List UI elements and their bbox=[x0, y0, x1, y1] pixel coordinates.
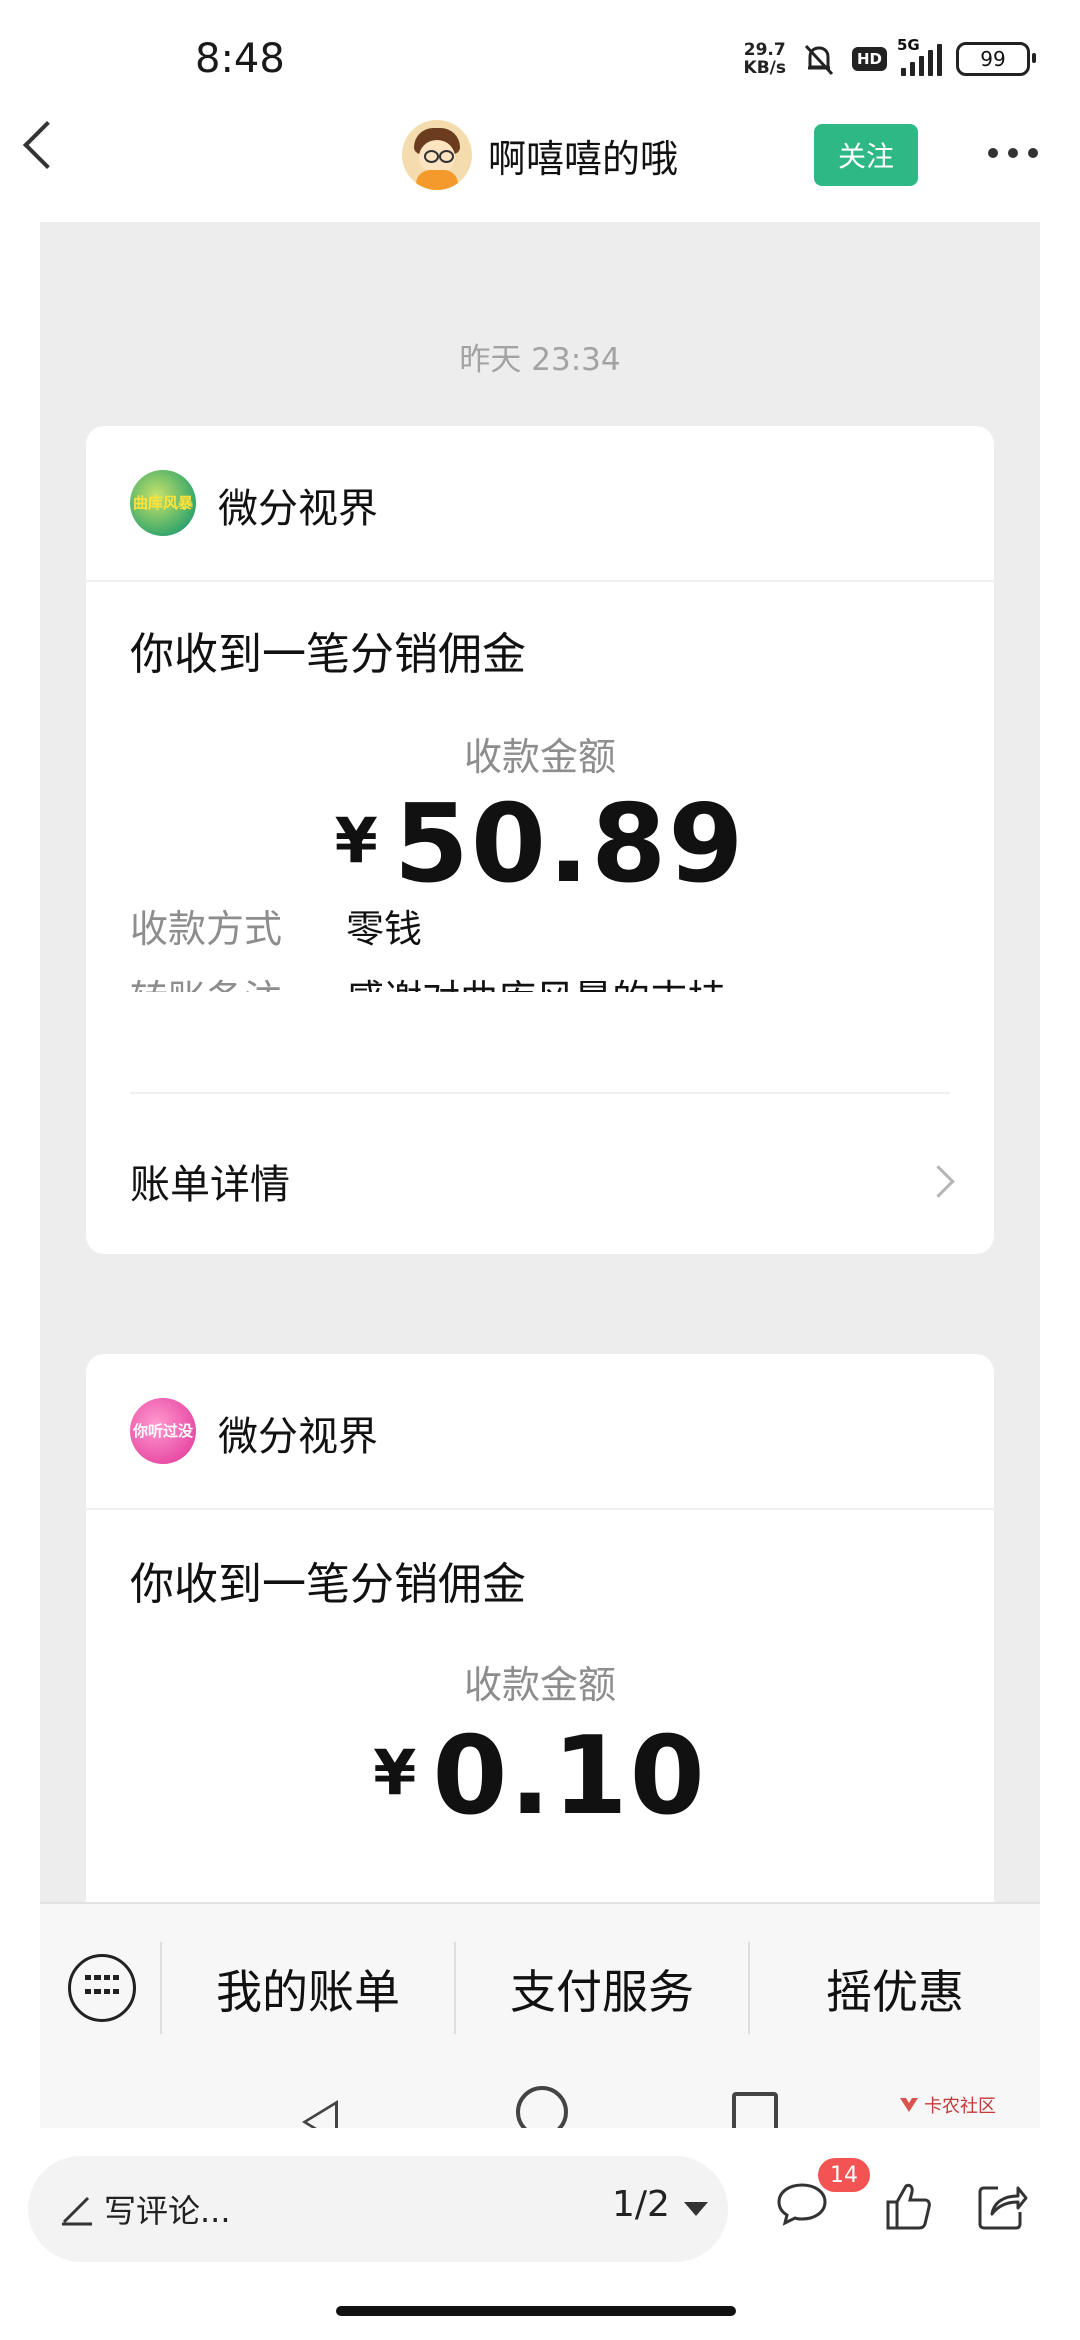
nickname[interactable]: 啊嘻嘻的哦 bbox=[488, 128, 678, 183]
back-arrow-icon[interactable] bbox=[22, 120, 72, 170]
status-icons: 29.7 KB/s HD 5G 99 bbox=[744, 36, 1036, 78]
comment-count-badge: 14 bbox=[818, 2158, 870, 2192]
net-speed-unit: KB/s bbox=[743, 58, 786, 78]
network-type: 5G bbox=[897, 36, 920, 54]
menu-shake-deals[interactable]: 摇优惠 bbox=[750, 1944, 1040, 2034]
caret-down-icon[interactable] bbox=[684, 2202, 708, 2216]
divider bbox=[130, 1092, 950, 1094]
amount-label: 收款金额 bbox=[463, 735, 616, 779]
payment-card-footer[interactable]: 账单详情 bbox=[86, 992, 994, 1254]
shop-logo: 你听 过没 bbox=[130, 1398, 196, 1464]
pencil-icon bbox=[62, 2196, 92, 2226]
thumbs-up-icon[interactable] bbox=[884, 2180, 932, 2232]
shop-logo: 曲库 风暴 bbox=[130, 470, 196, 536]
message-timestamp: 昨天 23:34 bbox=[459, 342, 621, 378]
method-value: 零钱 bbox=[346, 907, 423, 951]
amount-value: 0.10 bbox=[432, 1714, 707, 1839]
screenshot-system-nav: 卡农社区 bbox=[40, 2072, 1040, 2128]
battery-icon: 99 bbox=[956, 42, 1036, 76]
signal-icon: 5G bbox=[897, 36, 942, 76]
card-header: 你听 过没 微分视界 bbox=[86, 1354, 994, 1510]
method-label: 收款方式 bbox=[130, 907, 283, 951]
comment-input[interactable]: 写评论... 1/2 bbox=[28, 2156, 728, 2262]
amount: ¥50.89 bbox=[86, 782, 994, 907]
keyboard-icon[interactable] bbox=[68, 1954, 136, 2022]
net-speed-value: 29.7 bbox=[743, 40, 786, 60]
page-indicator[interactable]: 1/2 bbox=[612, 2184, 670, 2225]
battery-level: 99 bbox=[980, 47, 1006, 71]
currency-symbol: ¥ bbox=[334, 804, 378, 877]
currency-symbol: ¥ bbox=[373, 1736, 417, 1809]
amount: ¥0.10 bbox=[86, 1714, 994, 1839]
menu-pay-service[interactable]: 支付服务 bbox=[456, 1944, 748, 2034]
amount-label: 收款金额 bbox=[463, 1663, 616, 1707]
payment-card[interactable]: 你听 过没 微分视界 你收到一笔分销佣金 收款金额 ¥0.10 bbox=[86, 1354, 994, 1902]
payment-card[interactable]: 曲库 风暴 微分视界 你收到一笔分销佣金 收款金额 ¥50.89 收款方式 零钱 … bbox=[86, 426, 994, 1032]
amount-value: 50.89 bbox=[393, 782, 746, 907]
nav-back-icon bbox=[302, 2100, 338, 2128]
menu-my-bills[interactable]: 我的账单 bbox=[162, 1944, 454, 2034]
more-icon[interactable] bbox=[988, 148, 1038, 158]
chevron-right-icon bbox=[922, 1165, 955, 1198]
comment-icon[interactable] bbox=[776, 2182, 828, 2226]
shop-name: 微分视界 bbox=[218, 1414, 378, 1460]
wechat-pay-menu: 我的账单 支付服务 摇优惠 bbox=[40, 1902, 1040, 2074]
avatar[interactable] bbox=[402, 120, 472, 190]
comment-placeholder: 写评论... bbox=[104, 2192, 231, 2230]
bill-detail-link[interactable]: 账单详情 bbox=[130, 1152, 290, 1210]
chat-screenshot: 昨天 23:34 曲库 风暴 微分视界 你收到一笔分销佣金 收款金额 ¥50.89… bbox=[40, 222, 1040, 1902]
hd-icon: HD bbox=[851, 47, 887, 71]
status-time: 8:48 bbox=[195, 36, 285, 82]
follow-button[interactable]: 关注 bbox=[814, 124, 918, 186]
watermark-logo-icon bbox=[900, 2098, 918, 2112]
nav-recent-icon bbox=[732, 2092, 778, 2128]
share-icon[interactable] bbox=[976, 2182, 1028, 2232]
net-speed: 29.7 KB/s bbox=[744, 41, 786, 77]
home-indicator[interactable] bbox=[336, 2306, 736, 2316]
card-title: 你收到一笔分销佣金 bbox=[130, 1559, 526, 1610]
mute-bell-icon bbox=[804, 44, 834, 76]
watermark-text: 卡农社区 bbox=[924, 2096, 996, 2117]
card-header: 曲库 风暴 微分视界 bbox=[86, 426, 994, 582]
shop-name: 微分视界 bbox=[218, 486, 378, 532]
nav-home-icon bbox=[516, 2086, 568, 2128]
watermark: 卡农社区 bbox=[898, 2092, 996, 2118]
card-title: 你收到一笔分销佣金 bbox=[130, 629, 526, 680]
